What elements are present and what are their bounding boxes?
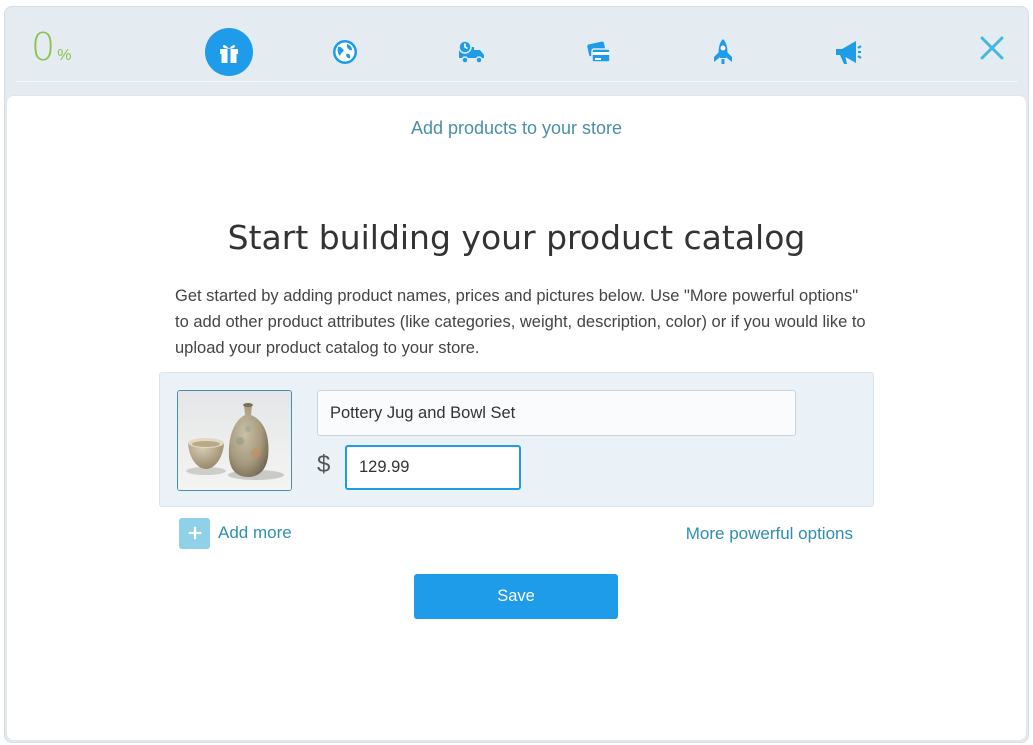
megaphone-icon (836, 41, 862, 64)
step-gift[interactable] (205, 28, 253, 76)
add-more-label: Add more (218, 523, 292, 542)
save-button[interactable]: Save (414, 574, 618, 619)
plus-icon (179, 517, 210, 549)
step-globe[interactable] (321, 28, 369, 76)
step-promote[interactable] (823, 28, 871, 76)
divider (15, 81, 1018, 82)
step-payment[interactable] (575, 28, 623, 76)
step-launch[interactable] (699, 28, 747, 76)
product-price-field[interactable] (345, 445, 521, 490)
progress-indicator: 0% (31, 25, 71, 69)
more-options-link[interactable]: More powerful options (686, 524, 853, 544)
add-more-button[interactable]: Add more (179, 517, 292, 549)
close-icon (980, 36, 1004, 60)
delivery-truck-icon (458, 40, 484, 64)
product-name-field[interactable] (317, 390, 796, 436)
credit-card-icon (587, 41, 611, 63)
progress-value: 0 (31, 25, 56, 69)
step-subtitle: Add products to your store (410, 118, 623, 138)
close-button[interactable] (977, 33, 1007, 63)
product-image[interactable] (177, 390, 292, 491)
globe-icon (333, 40, 357, 64)
pottery-photo (178, 391, 291, 490)
step-bar: 0% (5, 7, 1028, 87)
currency-symbol: $ (317, 451, 331, 478)
gift-icon (220, 45, 238, 63)
rocket-icon (714, 39, 732, 64)
description: Get started by adding product names, pri… (175, 287, 866, 357)
progress-unit: % (57, 47, 72, 64)
step-shipping[interactable] (447, 28, 495, 76)
page-title: Start building your product catalog (227, 218, 806, 257)
